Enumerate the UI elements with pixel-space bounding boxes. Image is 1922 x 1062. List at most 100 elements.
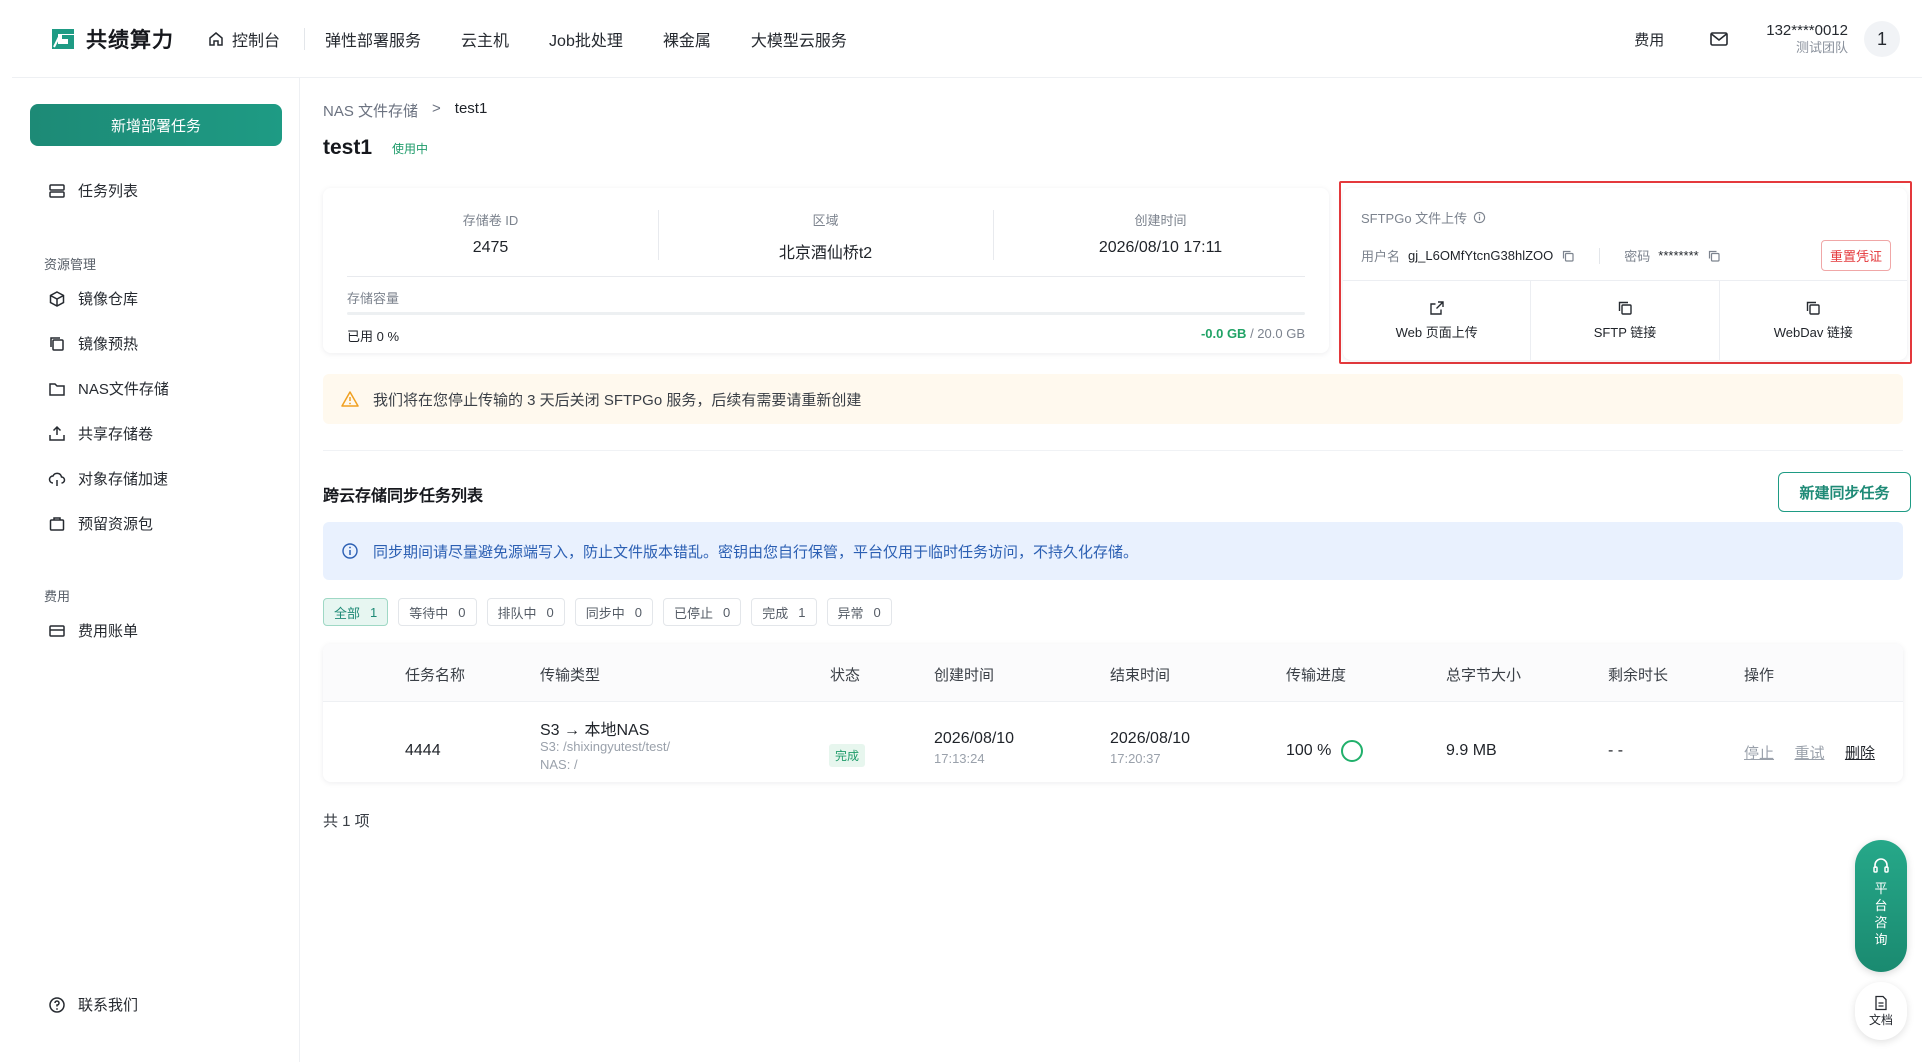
username-value: gj_L6OMfYtcnG38hlZOO bbox=[1408, 248, 1554, 263]
divider bbox=[323, 450, 1903, 451]
sidebar-item-label: 联系我们 bbox=[78, 997, 139, 1014]
warning-banner: 我们将在您停止传输的 3 天后关闭 SFTPGo 服务，后续有需要请重新创建 bbox=[323, 374, 1903, 424]
avatar[interactable]: 1 bbox=[1864, 21, 1900, 57]
filter-count: 0 bbox=[634, 604, 642, 620]
filter-error[interactable]: 异常 0 bbox=[826, 598, 892, 626]
web-upload-button[interactable]: Web 页面上传 bbox=[1343, 280, 1532, 360]
brand-logo[interactable]: 共绩算力 bbox=[48, 24, 174, 54]
nav-llm-cloud[interactable]: 大模型云服务 bbox=[751, 27, 847, 51]
nav-bare-metal[interactable]: 裸金属 bbox=[663, 27, 711, 51]
created-date: 2026/08/10 bbox=[934, 730, 1015, 747]
copy-icon bbox=[1618, 301, 1632, 315]
new-sync-task-button[interactable]: 新建同步任务 bbox=[1778, 472, 1911, 512]
document-icon bbox=[1875, 995, 1887, 1010]
filter-label: 已停止 bbox=[674, 605, 714, 621]
nav-console[interactable]: 控制台 bbox=[208, 27, 280, 51]
copy-username-icon[interactable] bbox=[1561, 249, 1575, 263]
sidebar-item-label: 镜像仓库 bbox=[78, 291, 139, 308]
filter-all[interactable]: 全部 1 bbox=[323, 598, 389, 626]
sidebar-item-label: 任务列表 bbox=[78, 183, 139, 200]
breadcrumb-parent[interactable]: NAS 文件存储 bbox=[323, 100, 418, 121]
info-icon bbox=[342, 543, 358, 559]
sidebar-item-image-preheat[interactable]: 镜像预热 bbox=[48, 333, 138, 354]
capacity-label: 存储容量 bbox=[347, 291, 400, 306]
reset-credentials-button[interactable]: 重置凭证 bbox=[1820, 240, 1891, 271]
nav-elastic-deploy[interactable]: 弹性部署服务 bbox=[325, 27, 421, 51]
filter-queued[interactable]: 排队中 0 bbox=[486, 598, 565, 626]
sftp-link-label: SFTP 链接 bbox=[1593, 324, 1657, 340]
package-icon bbox=[49, 516, 65, 531]
sidebar-item-bill[interactable]: 费用账单 bbox=[48, 620, 138, 641]
filter-done[interactable]: 完成 1 bbox=[751, 598, 817, 626]
mail-icon[interactable] bbox=[1708, 28, 1730, 50]
list-icon bbox=[49, 183, 65, 198]
nav-fee[interactable]: 费用 bbox=[1634, 29, 1664, 50]
capacity-total-gb: / 20.0 GB bbox=[1250, 326, 1305, 341]
filter-label: 全部 bbox=[334, 605, 361, 621]
breadcrumb-current: test1 bbox=[454, 100, 488, 117]
webdav-link-button[interactable]: WebDav 链接 bbox=[1720, 280, 1907, 360]
capacity-amount: -0.0 GB / 20.0 GB bbox=[1201, 326, 1305, 341]
divider bbox=[1599, 247, 1601, 264]
storage-id-value: 2475 bbox=[472, 239, 509, 256]
sidebar-item-object-accel[interactable]: 对象存储加速 bbox=[48, 468, 168, 489]
created-label: 创建时间 bbox=[1134, 213, 1187, 228]
sidebar-group-fee: 费用 bbox=[44, 589, 71, 604]
nav-job-batch[interactable]: Job批处理 bbox=[549, 27, 623, 51]
sidebar-item-task-list[interactable]: 任务列表 bbox=[48, 180, 138, 201]
nav-cloud-host[interactable]: 云主机 bbox=[461, 27, 509, 51]
region-label: 区域 bbox=[812, 213, 839, 228]
sidebar: 新增部署任务 任务列表 资源管理 镜像仓库 镜像预热 NAS文件存储 共享存储卷… bbox=[12, 78, 300, 1062]
copy-password-icon[interactable] bbox=[1707, 249, 1721, 263]
external-link-icon bbox=[1429, 300, 1444, 315]
delete-link[interactable]: 删除 bbox=[1845, 745, 1875, 762]
user-info[interactable]: 132****0012 测试团队 bbox=[1766, 22, 1848, 56]
new-deploy-task-button[interactable]: 新增部署任务 bbox=[30, 104, 282, 146]
filter-label: 异常 bbox=[837, 605, 864, 621]
username-label: 用户名 bbox=[1361, 249, 1401, 264]
breadcrumb-separator: > bbox=[432, 100, 441, 117]
sidebar-item-nas-storage[interactable]: NAS文件存储 bbox=[48, 378, 169, 399]
sidebar-contact[interactable]: 联系我们 bbox=[48, 994, 138, 1015]
docs-button[interactable]: 文档 bbox=[1855, 982, 1907, 1040]
sidebar-item-shared-volume[interactable]: 共享存储卷 bbox=[48, 423, 153, 444]
consult-char: 平 bbox=[1874, 881, 1888, 896]
sidebar-item-label: 费用账单 bbox=[78, 623, 139, 640]
folder-icon bbox=[49, 382, 65, 396]
retry-link[interactable]: 重试 bbox=[1794, 745, 1824, 762]
sidebar-item-reserved-pack[interactable]: 预留资源包 bbox=[48, 513, 153, 534]
info-icon[interactable] bbox=[1473, 211, 1486, 224]
headset-icon bbox=[1873, 858, 1889, 873]
platform-consult-button[interactable]: 平 台 咨 询 bbox=[1855, 840, 1907, 972]
web-upload-label: Web 页面上传 bbox=[1395, 324, 1478, 340]
filter-waiting[interactable]: 等待中 0 bbox=[398, 598, 477, 626]
sync-task-table: 任务名称 传输类型 状态 创建时间 结束时间 传输进度 总字节大小 剩余时长 操… bbox=[323, 644, 1903, 782]
region-value: 北京酒仙桥t2 bbox=[778, 245, 873, 262]
top-bar: 共绩算力 控制台 弹性部署服务 云主机 Job批处理 裸金属 大模型云服务 费用… bbox=[12, 0, 1922, 78]
home-icon bbox=[209, 32, 223, 46]
task-name: 4444 bbox=[405, 742, 441, 759]
docs-label: 文档 bbox=[1868, 1012, 1893, 1027]
status-filters: 全部 1 等待中 0 排队中 0 同步中 0 已停止 0 完成 1 异常 0 bbox=[323, 598, 892, 626]
sftp-card: SFTPGo 文件上传 用户名 gj_L6OMfYtcnG38hlZOO 密码 … bbox=[1343, 188, 1907, 360]
filter-syncing[interactable]: 同步中 0 bbox=[574, 598, 653, 626]
row-actions: 停止 重试 删除 bbox=[1744, 742, 1875, 763]
password-value: ******** bbox=[1658, 248, 1699, 263]
total-size: 9.9 MB bbox=[1446, 742, 1497, 759]
progress-value: 100 % bbox=[1286, 742, 1332, 760]
filter-stopped[interactable]: 已停止 0 bbox=[663, 598, 742, 626]
sidebar-item-label: 共享存储卷 bbox=[78, 426, 154, 443]
stop-link[interactable]: 停止 bbox=[1744, 745, 1774, 762]
upload-tray-icon bbox=[49, 425, 65, 441]
brand-name: 共绩算力 bbox=[86, 29, 174, 52]
sftp-link-button[interactable]: SFTP 链接 bbox=[1531, 280, 1720, 360]
page-title: test1 bbox=[323, 136, 373, 159]
capacity-used-gb: -0.0 GB bbox=[1200, 326, 1247, 341]
sidebar-item-image-repo[interactable]: 镜像仓库 bbox=[48, 288, 138, 309]
consult-char: 询 bbox=[1874, 932, 1888, 947]
transfer-destination: NAS: / bbox=[540, 757, 578, 772]
copy-pages-icon bbox=[50, 336, 64, 351]
consult-char: 台 bbox=[1874, 898, 1888, 913]
sidebar-item-label: NAS文件存储 bbox=[78, 381, 169, 398]
help-circle-icon bbox=[49, 996, 65, 1013]
